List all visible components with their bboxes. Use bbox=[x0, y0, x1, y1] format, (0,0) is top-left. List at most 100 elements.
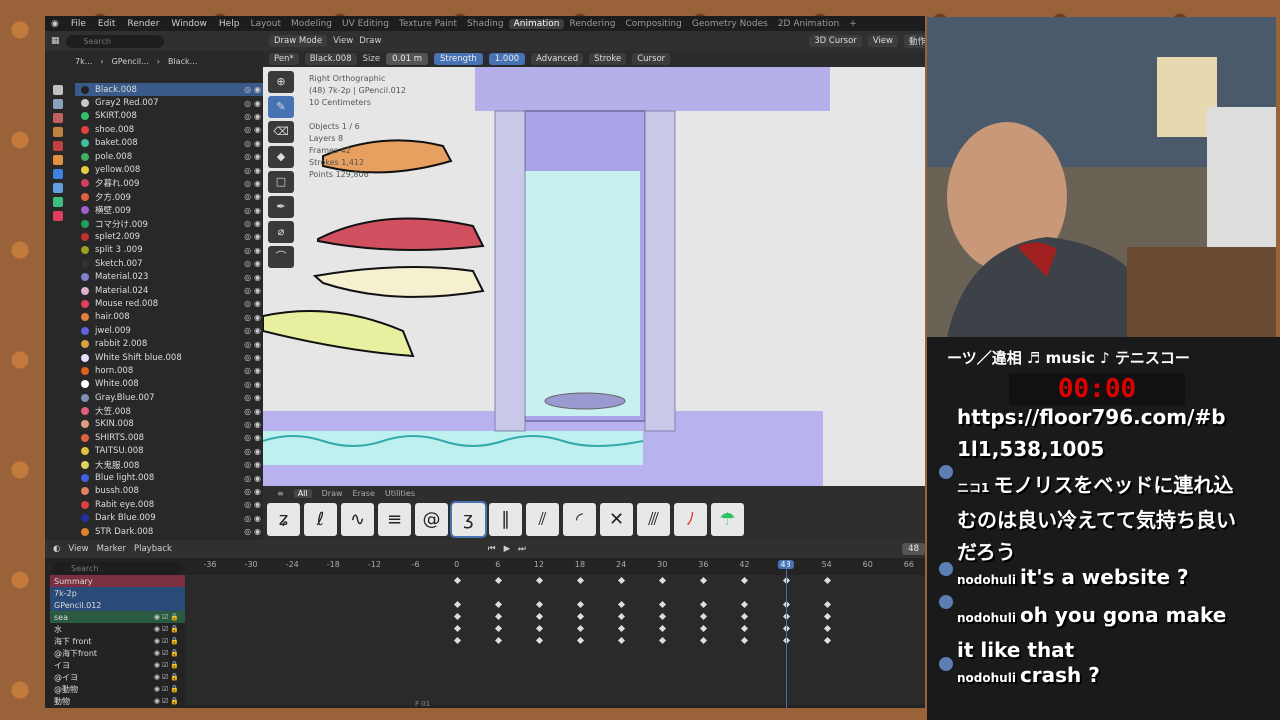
channel-search-input[interactable]: Search bbox=[53, 562, 181, 575]
cursor-tool-icon[interactable]: ⊕ bbox=[268, 71, 294, 93]
material-slot[interactable]: SKIN.008 ◎◉🔓 bbox=[75, 418, 283, 431]
breadcrumb-object[interactable]: GPencil... bbox=[112, 57, 149, 66]
material-slot[interactable]: Rabit eye.008 ◎◉🔓 bbox=[75, 498, 283, 511]
keyframe[interactable] bbox=[659, 624, 667, 633]
shelf-tab-all[interactable]: All bbox=[293, 488, 312, 498]
keyframe[interactable] bbox=[700, 600, 708, 609]
material-slot[interactable]: hair.008 ◎◉🔓 bbox=[75, 311, 283, 324]
stroke-dropdown[interactable]: Stroke bbox=[589, 53, 627, 65]
material-slot[interactable]: splet2.009 ◎◉🔓 bbox=[75, 230, 283, 243]
keyframe[interactable] bbox=[741, 636, 749, 645]
advanced-dropdown[interactable]: Advanced bbox=[531, 53, 584, 65]
brush-thumbnail[interactable]: ∿ bbox=[341, 503, 374, 536]
brush-select[interactable]: Pen* bbox=[269, 53, 299, 65]
playback-menu[interactable]: Playback bbox=[134, 544, 172, 554]
material-slot[interactable]: Mouse red.008 ◎◉🔓 bbox=[75, 297, 283, 310]
tab-uv-editing[interactable]: UV Editing bbox=[337, 19, 394, 29]
material-slot[interactable]: SHIRTS.008 ◎◉🔓 bbox=[75, 431, 283, 444]
search-input[interactable]: Search bbox=[65, 34, 164, 48]
material-slot[interactable]: Black.008 ◎◉🔓 bbox=[75, 83, 283, 97]
keyframe[interactable] bbox=[618, 624, 626, 633]
menu-render[interactable]: Render bbox=[121, 19, 165, 29]
draw-menu[interactable]: Draw bbox=[359, 36, 381, 46]
material-slot[interactable]: Gray2 Red.007 ◎◉🔓 bbox=[75, 96, 283, 109]
tab-animation[interactable]: Animation bbox=[508, 18, 565, 29]
keyframe[interactable] bbox=[700, 636, 708, 645]
material-slot[interactable]: STR Dark.008 ◎◉🔓 bbox=[75, 525, 283, 538]
channel-toggle-icon[interactable]: ◉☑🔒 bbox=[154, 637, 181, 645]
brush-thumbnail[interactable]: ʒ bbox=[450, 501, 487, 538]
data-tab-icon[interactable] bbox=[53, 197, 63, 207]
material-tab-icon[interactable] bbox=[53, 211, 63, 221]
keyframe[interactable] bbox=[618, 612, 626, 621]
material-slot[interactable]: White.008 ◎◉🔓 bbox=[75, 378, 283, 391]
keyframe[interactable] bbox=[535, 612, 543, 621]
3d-viewport[interactable]: Draw Mode View Draw 3D Cursor View 動作 Pe… bbox=[263, 31, 925, 499]
keyframe[interactable] bbox=[741, 612, 749, 621]
material-slot[interactable]: Dark Blue.009 ◎◉🔓 bbox=[75, 512, 283, 525]
keyframe[interactable] bbox=[453, 576, 461, 585]
blender-logo-icon[interactable]: ◉ bbox=[45, 19, 65, 29]
shelf-tab-draw[interactable]: Draw bbox=[322, 489, 343, 498]
material-slot[interactable]: yellow.008 ◎◉🔓 bbox=[75, 163, 283, 176]
channel-row[interactable]: 海下 front ◉☑🔒 bbox=[50, 635, 185, 647]
material-slot[interactable]: Sketch.007 ◎◉🔓 bbox=[75, 257, 283, 270]
material-slot[interactable]: split 3 .009 ◎◉🔓 bbox=[75, 244, 283, 257]
material-slot[interactable]: 横壁.009 ◎◉🔓 bbox=[75, 204, 283, 217]
material-slot[interactable]: pole.008 ◎◉🔓 bbox=[75, 150, 283, 163]
keyframe[interactable] bbox=[618, 636, 626, 645]
scene-tab-icon[interactable] bbox=[53, 141, 63, 151]
mode-select[interactable]: Draw Mode bbox=[269, 35, 328, 47]
material-slot[interactable]: TAITSU.008 ◎◉🔓 bbox=[75, 445, 283, 458]
channel-toggle-icon[interactable]: ◉☑🔒 bbox=[154, 661, 181, 669]
keyframe[interactable] bbox=[659, 600, 667, 609]
keyframe[interactable] bbox=[535, 624, 543, 633]
material-slot[interactable]: bussh.008 ◎◉🔓 bbox=[75, 485, 283, 498]
keyframe[interactable] bbox=[618, 600, 626, 609]
box-tool-icon[interactable]: □ bbox=[268, 171, 294, 193]
channel-toggle-icon[interactable]: ◉☑🔒 bbox=[154, 625, 181, 633]
jump-start-icon[interactable]: ⏮ bbox=[488, 544, 496, 554]
keyframe[interactable] bbox=[535, 636, 543, 645]
channel-row[interactable]: GPencil.012 bbox=[50, 599, 185, 611]
keyframe[interactable] bbox=[494, 612, 502, 621]
channel-row[interactable]: @動物 ◉☑🔒 bbox=[50, 683, 185, 695]
menu-edit[interactable]: Edit bbox=[92, 19, 121, 29]
brush-thumbnail[interactable]: ℓ bbox=[304, 503, 337, 536]
tab-modeling[interactable]: Modeling bbox=[286, 19, 337, 29]
view-menu[interactable]: View bbox=[333, 36, 353, 46]
breadcrumb-scene[interactable]: 7k... bbox=[75, 57, 92, 66]
material-slot[interactable]: jwel.009 ◎◉🔓 bbox=[75, 324, 283, 337]
keyframe[interactable] bbox=[494, 636, 502, 645]
keyframe[interactable] bbox=[823, 576, 831, 585]
channel-row[interactable]: 水 ◉☑🔒 bbox=[50, 623, 185, 635]
play-icon[interactable]: ▶ bbox=[504, 544, 511, 554]
channel-toggle-icon[interactable]: ◉☑🔒 bbox=[154, 673, 181, 681]
keyframe[interactable] bbox=[576, 636, 585, 645]
keyframe[interactable] bbox=[453, 612, 461, 621]
material-slot[interactable]: SKIRT.008 ◎◉🔓 bbox=[75, 110, 283, 123]
brush-thumbnail[interactable]: ⫻ bbox=[637, 503, 670, 536]
playhead[interactable] bbox=[785, 560, 787, 708]
channel-row[interactable]: 7k-2p bbox=[50, 587, 185, 599]
keyframe[interactable] bbox=[700, 612, 708, 621]
menu-window[interactable]: Window bbox=[165, 19, 213, 29]
shelf-tab-erase[interactable]: Erase bbox=[353, 489, 375, 498]
keyframe[interactable] bbox=[823, 600, 831, 609]
editor-type-icon[interactable]: ◐ bbox=[53, 544, 60, 554]
tab-rendering[interactable]: Rendering bbox=[564, 19, 620, 29]
brush-thumbnail[interactable]: ∥ bbox=[489, 503, 522, 536]
menu-file[interactable]: File bbox=[65, 19, 92, 29]
keyframe[interactable] bbox=[576, 600, 585, 609]
keyframe[interactable] bbox=[659, 636, 667, 645]
tab-compositing[interactable]: Compositing bbox=[620, 19, 686, 29]
keyframe[interactable] bbox=[823, 612, 831, 621]
material-slot[interactable]: baket.008 ◎◉🔓 bbox=[75, 137, 283, 150]
render-tab-icon[interactable] bbox=[53, 99, 63, 109]
keyframe[interactable] bbox=[741, 600, 749, 609]
keyframe-area[interactable] bbox=[185, 575, 925, 705]
keyframe[interactable] bbox=[576, 576, 585, 585]
tab-geometry-nodes[interactable]: Geometry Nodes bbox=[687, 19, 773, 29]
material-slot[interactable]: Material.023 ◎◉🔓 bbox=[75, 270, 283, 283]
shelf-menu-icon[interactable]: ≡ bbox=[277, 489, 284, 498]
